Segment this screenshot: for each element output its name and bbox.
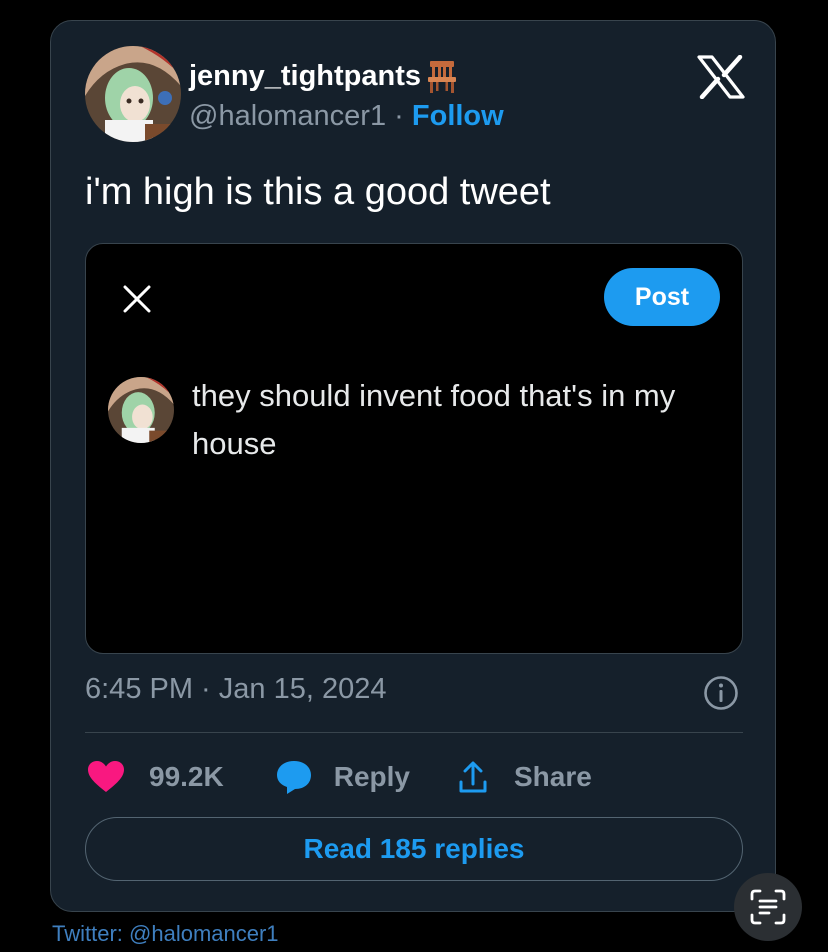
reply-label: Reply — [333, 761, 410, 792]
info-icon[interactable] — [703, 675, 739, 716]
text-scan-button[interactable] — [734, 873, 802, 941]
display-name[interactable]: jenny_tightpants — [189, 59, 457, 93]
read-replies-button[interactable]: Read 185 replies — [85, 817, 743, 881]
embedded-avatar — [108, 377, 174, 443]
heart-icon — [88, 761, 124, 792]
close-icon — [122, 284, 152, 319]
chair-icon — [428, 61, 457, 93]
like-button[interactable]: 99.2K — [87, 760, 224, 794]
embedded-screenshot[interactable]: Post they should invent food that's in m… — [85, 243, 743, 654]
speech-bubble-icon — [276, 761, 311, 794]
tweet-card: jenny_tightpants @halomancer1 · Follow i… — [50, 20, 776, 912]
timestamp[interactable]: 6:45 PM · Jan 15, 2024 — [85, 673, 386, 706]
reply-button[interactable]: Reply — [276, 759, 410, 795]
tweet-text: i'm high is this a good tweet — [85, 171, 551, 213]
divider — [85, 732, 743, 733]
like-count: 99.2K — [149, 761, 224, 792]
text-scan-icon — [750, 889, 786, 925]
avatar[interactable] — [85, 46, 181, 142]
share-button[interactable]: Share — [458, 760, 592, 794]
share-label: Share — [513, 761, 592, 792]
follow-button[interactable]: Follow — [412, 100, 504, 132]
handle-line: @halomancer1 · Follow — [189, 100, 504, 133]
action-bar: 99.2K Reply Share — [87, 757, 592, 797]
post-button: Post — [604, 268, 720, 326]
source-credit: Twitter: @halomancer1 — [52, 921, 279, 946]
share-upload-icon — [459, 761, 487, 793]
x-logo-icon[interactable] — [697, 54, 745, 104]
embedded-post-text: they should invent food that's in my hou… — [192, 378, 676, 461]
display-name-text[interactable]: jenny_tightpants — [189, 60, 421, 93]
handle[interactable]: @halomancer1 — [189, 100, 386, 132]
separator: · — [386, 100, 412, 132]
